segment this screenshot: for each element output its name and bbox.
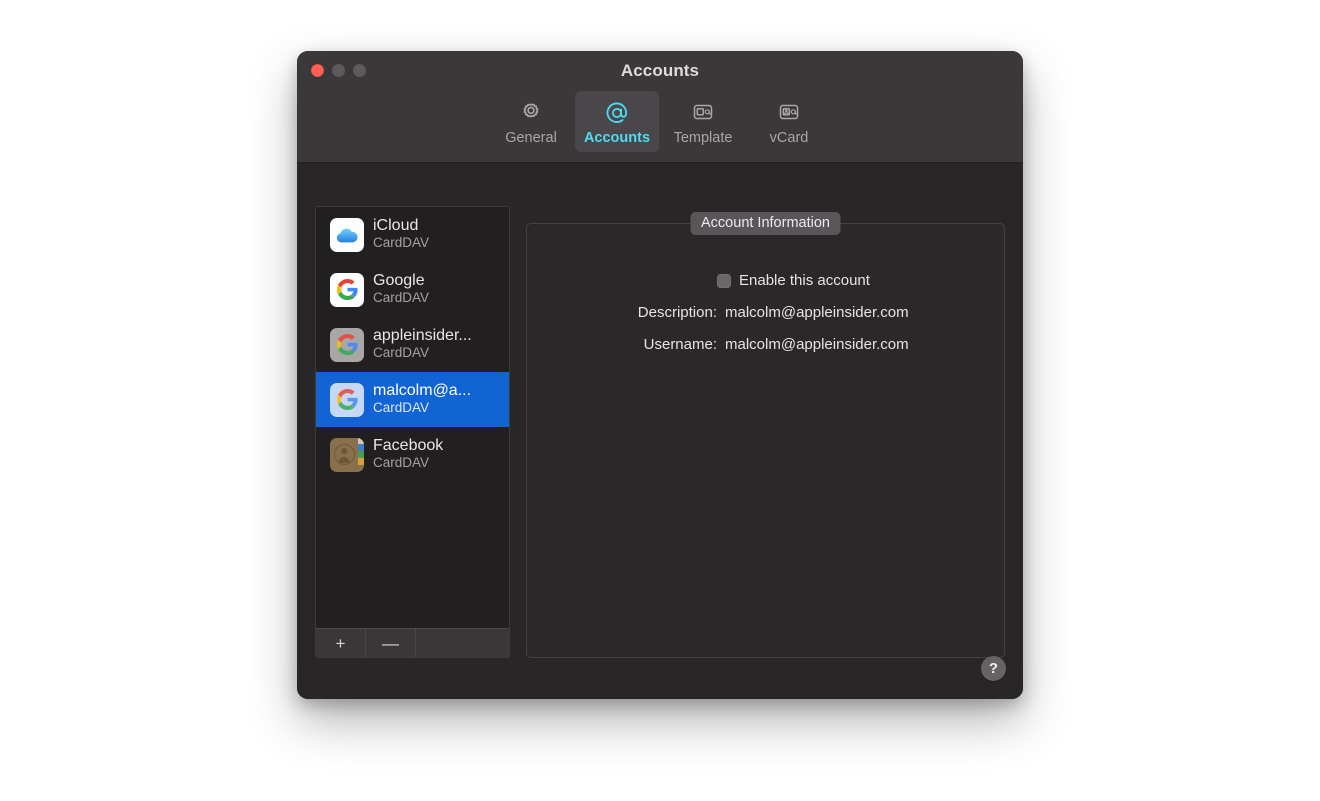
account-name: malcolm@a... — [373, 381, 472, 399]
panel-legend: Account Information — [690, 212, 841, 235]
toolbar-tab-template[interactable]: Template — [661, 91, 745, 152]
account-name: Facebook — [373, 436, 444, 454]
preferences-toolbar: General Accounts Template vCard — [297, 91, 1023, 152]
account-type: CardDAV — [373, 455, 430, 471]
segmented-filler — [416, 629, 509, 657]
account-row-facebook[interactable]: Facebook CardDAV — [316, 427, 509, 482]
screen: Accounts General Accounts Template vCard… — [0, 0, 1320, 801]
icloud-icon — [330, 217, 364, 252]
description-label: Description: — [637, 304, 717, 321]
toolbar-tab-template-label: Template — [673, 130, 733, 146]
account-texts: appleinsider... CardDAV — [373, 327, 472, 362]
toolbar-tab-general-label: General — [505, 130, 557, 146]
google-icon — [330, 272, 364, 307]
account-row-google[interactable]: Google CardDAV — [316, 262, 509, 317]
username-label: Username: — [643, 336, 717, 353]
account-name: Google — [373, 271, 425, 289]
remove-account-button[interactable]: — — [366, 629, 416, 657]
preferences-content: iCloud CardDAV Google CardDAV appleinsid… — [297, 163, 1023, 699]
account-row-appleinsider[interactable]: appleinsider... CardDAV — [316, 317, 509, 372]
account-name: appleinsider... — [373, 326, 472, 344]
account-information-form: Enable this account Description: malcolm… — [527, 272, 1004, 368]
toolbar-tab-accounts[interactable]: Accounts — [575, 91, 659, 152]
accounts-segmented-controls: + — — [316, 628, 509, 657]
toolbar-tab-accounts-label: Accounts — [583, 130, 651, 146]
enable-account-checkbox[interactable] — [717, 273, 731, 288]
description-row: Description: malcolm@appleinsider.com — [527, 304, 1004, 321]
account-row-icloud[interactable]: iCloud CardDAV — [316, 207, 509, 262]
account-type: CardDAV — [373, 235, 430, 251]
account-name: iCloud — [373, 216, 419, 234]
enable-account-row: Enable this account — [527, 272, 1004, 289]
accounts-list[interactable]: iCloud CardDAV Google CardDAV appleinsid… — [316, 207, 509, 628]
contacts-book-icon — [330, 437, 364, 472]
account-texts: malcolm@a... CardDAV — [373, 382, 471, 417]
template-card-icon — [689, 98, 717, 128]
vcard-contact-icon — [775, 98, 803, 128]
account-texts: Google CardDAV — [373, 272, 429, 307]
google-dim-icon — [330, 327, 364, 362]
username-value[interactable]: malcolm@appleinsider.com — [725, 336, 909, 353]
description-value[interactable]: malcolm@appleinsider.com — [725, 304, 909, 321]
google-icon — [330, 382, 364, 417]
account-texts: Facebook CardDAV — [373, 437, 443, 472]
account-texts: iCloud CardDAV — [373, 217, 429, 252]
add-account-button[interactable]: + — [316, 629, 366, 657]
account-information-panel: Account Information Enable this account … — [526, 212, 1005, 658]
toolbar-tab-vcard-label: vCard — [769, 130, 809, 146]
gear-icon — [517, 98, 545, 128]
account-type: CardDAV — [373, 400, 430, 416]
enable-account-label: Enable this account — [739, 272, 870, 289]
toolbar-tab-general[interactable]: General — [489, 91, 573, 152]
toolbar-tab-vcard[interactable]: vCard — [747, 91, 831, 152]
window-titlebar: Accounts General Accounts Template vCard — [297, 51, 1023, 163]
help-button[interactable]: ? — [981, 656, 1006, 681]
window-title: Accounts — [620, 61, 700, 80]
accounts-sidebar: iCloud CardDAV Google CardDAV appleinsid… — [315, 206, 510, 658]
account-type: CardDAV — [373, 345, 430, 361]
preferences-window: Accounts General Accounts Template vCard… — [297, 51, 1023, 699]
account-type: CardDAV — [373, 290, 430, 306]
username-row: Username: malcolm@appleinsider.com — [527, 336, 1004, 353]
at-sign-icon — [603, 98, 631, 128]
account-row-malcolm[interactable]: malcolm@a... CardDAV — [316, 372, 509, 427]
